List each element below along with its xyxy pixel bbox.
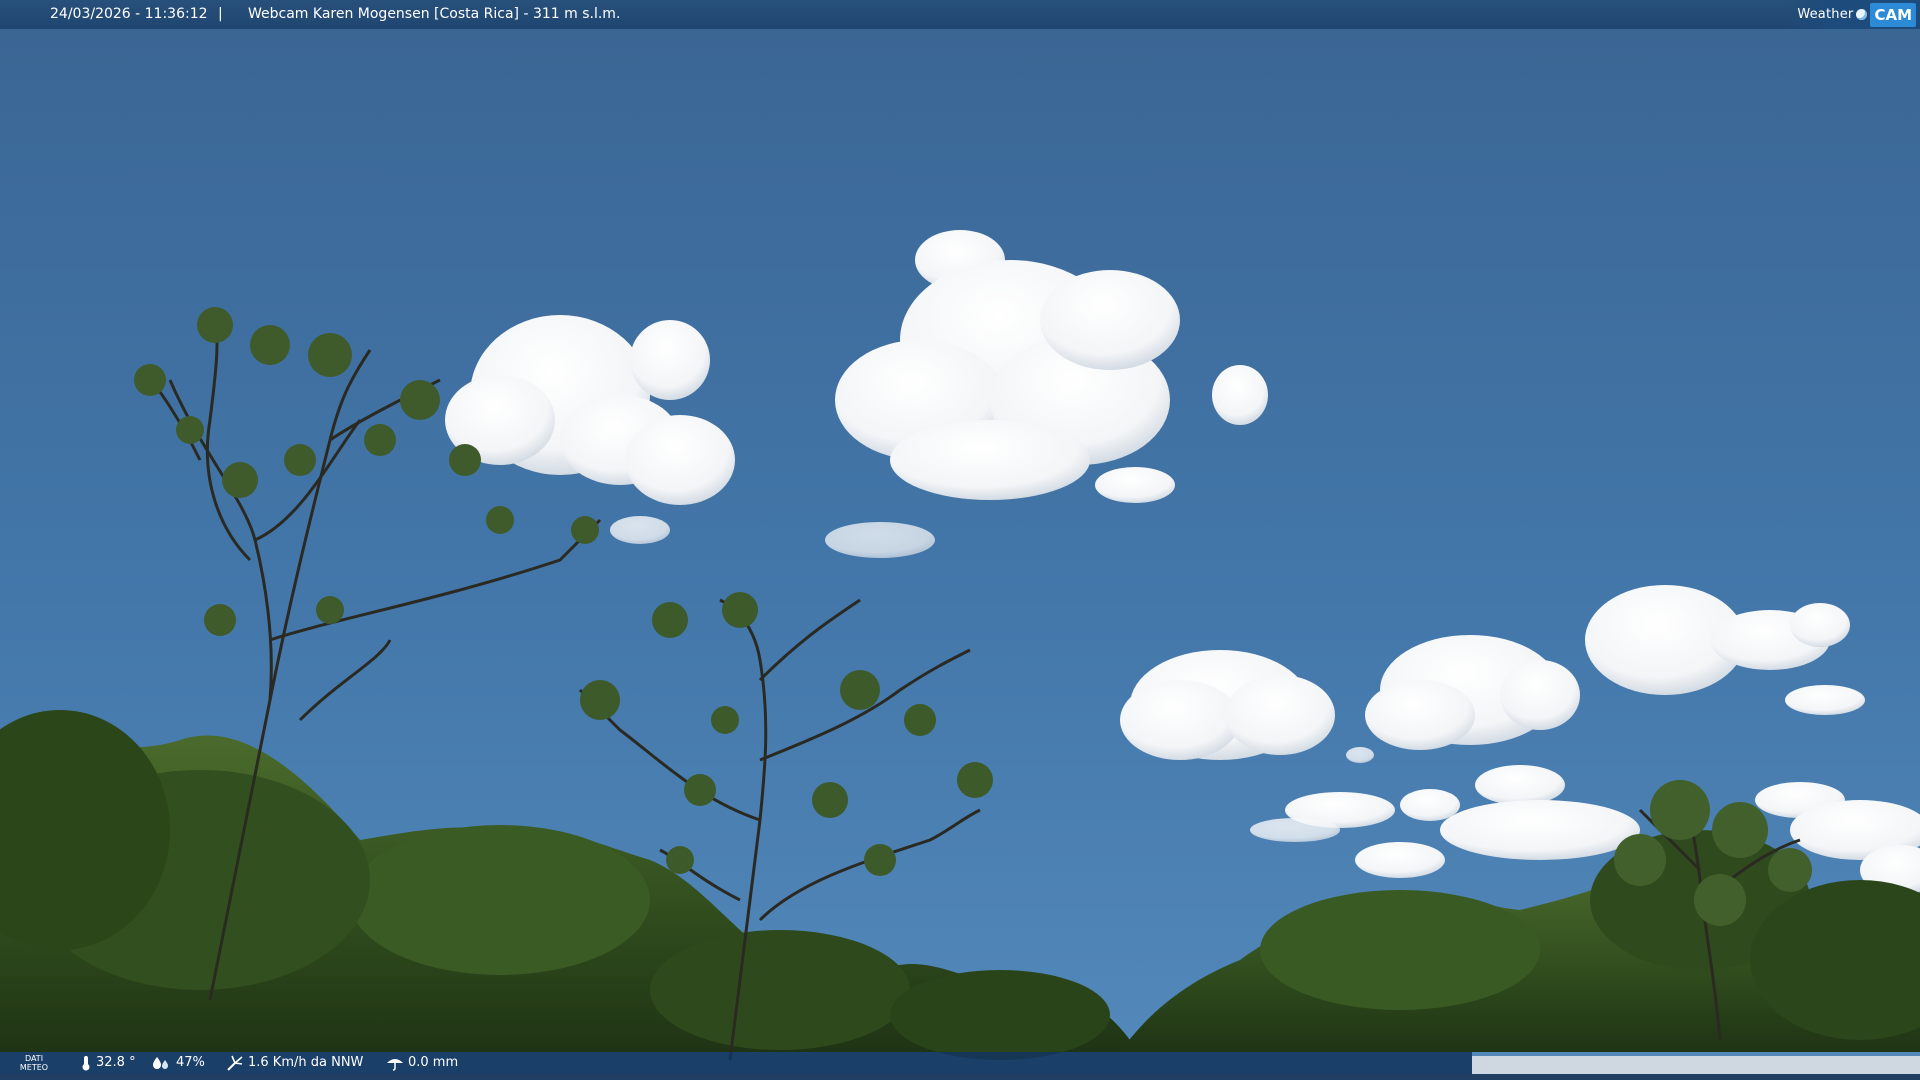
header-separator: | [218, 6, 223, 22]
humidity-icon [153, 1057, 168, 1069]
logo-dot-icon [1856, 9, 1868, 20]
humidity-reading: 47% [152, 1052, 205, 1074]
webcam-image [0, 0, 1920, 1080]
webcam-frame: 24/03/2026 - 11:36:12 | Webcam Karen Mog… [0, 0, 1920, 1080]
weather-data-bar [0, 1052, 1472, 1074]
rain-value: 0.0 mm [408, 1055, 459, 1070]
rain-reading: 0.0 mm [386, 1052, 458, 1074]
bottom-right-strip [1472, 1056, 1920, 1074]
wind-icon [227, 1055, 243, 1071]
logo-weather-text: Weather [1797, 7, 1854, 22]
weathercam-logo: Weather CAM [1787, 0, 1920, 29]
temperature-value: 32.8 ° [96, 1055, 136, 1070]
bottom-strip [0, 1074, 1920, 1080]
humidity-value: 47% [176, 1055, 205, 1070]
dati-label-line2: METEO [19, 1063, 49, 1072]
dati-meteo-label: DATI METEO [16, 1054, 52, 1072]
wind-value: 1.6 Km/h da NNW [248, 1055, 364, 1070]
logo-cam-text: CAM [1870, 2, 1916, 27]
webcam-title: Webcam Karen Mogensen [Costa Rica] - 311… [248, 6, 621, 22]
timestamp: 24/03/2026 - 11:36:12 [50, 6, 208, 22]
header-bar: 24/03/2026 - 11:36:12 | Webcam Karen Mog… [0, 0, 1920, 29]
thermometer-icon [82, 1056, 90, 1071]
wind-reading: 1.6 Km/h da NNW [226, 1052, 363, 1074]
rain-icon [387, 1059, 403, 1071]
dati-label-line1: DATI [24, 1054, 44, 1063]
temperature-reading: 32.8 ° [80, 1052, 136, 1074]
